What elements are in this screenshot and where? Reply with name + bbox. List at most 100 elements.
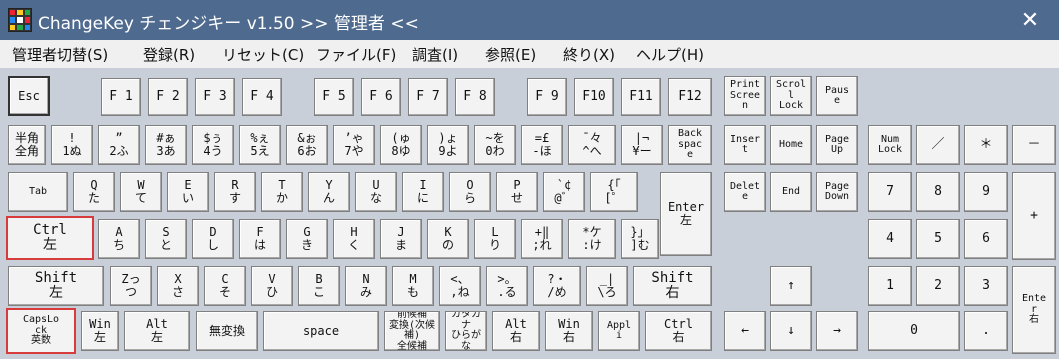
- key-shift-right[interactable]: Shift 右: [633, 266, 712, 306]
- key-f7[interactable]: F 7: [408, 78, 448, 116]
- key-semicolon[interactable]: +‖ ;れ: [521, 219, 563, 259]
- key-f12[interactable]: F12: [668, 78, 712, 116]
- key-f1[interactable]: F 1: [101, 78, 141, 116]
- key-n4[interactable]: 4: [868, 219, 912, 259]
- key-d1[interactable]: ! 1ぬ: [51, 125, 93, 165]
- key-apps[interactable]: Appl i: [598, 311, 640, 351]
- key-end[interactable]: End: [770, 172, 812, 212]
- key-comma[interactable]: <、 ,ね: [439, 266, 481, 306]
- key-pageup[interactable]: Page Up: [816, 125, 858, 165]
- menu-reference[interactable]: 参照(E): [485, 44, 536, 65]
- key-printscreen[interactable]: Print Scree n: [724, 76, 766, 116]
- key-win-right[interactable]: Win 右: [545, 311, 593, 351]
- key-u[interactable]: U な: [355, 172, 397, 212]
- key-pause[interactable]: Paus e: [816, 76, 858, 116]
- key-d0[interactable]: ~を 0わ: [474, 125, 516, 165]
- menu-file[interactable]: ファイル(F): [316, 44, 396, 65]
- key-f6[interactable]: F 6: [361, 78, 401, 116]
- key-n5[interactable]: 5: [916, 219, 960, 259]
- key-alt-right[interactable]: Alt 右: [492, 311, 540, 351]
- key-d4[interactable]: $ぅ 4う: [192, 125, 234, 165]
- key-f10[interactable]: F10: [574, 78, 614, 116]
- key-capslock[interactable]: CapsLo ck 英数: [6, 308, 76, 354]
- key-n8[interactable]: 8: [916, 172, 960, 212]
- key-numadd[interactable]: +: [1012, 172, 1056, 260]
- key-left[interactable]: ←: [724, 311, 766, 351]
- key-d5[interactable]: %ぇ 5え: [239, 125, 281, 165]
- key-d2[interactable]: ” 2ふ: [98, 125, 140, 165]
- key-g[interactable]: G き: [286, 219, 328, 259]
- key-d8[interactable]: (ゅ 8ゆ: [380, 125, 422, 165]
- key-i[interactable]: I に: [402, 172, 444, 212]
- key-bracket[interactable]: {「 [゜: [590, 172, 638, 212]
- key-n[interactable]: N み: [345, 266, 387, 306]
- key-a[interactable]: A ち: [98, 219, 140, 259]
- key-o[interactable]: O ら: [449, 172, 491, 212]
- key-pagedown[interactable]: Page Down: [816, 172, 858, 212]
- key-m[interactable]: M も: [392, 266, 434, 306]
- key-q[interactable]: Q た: [73, 172, 115, 212]
- key-nummul[interactable]: ＊: [964, 125, 1008, 165]
- key-v[interactable]: V ひ: [251, 266, 293, 306]
- key-d[interactable]: D し: [192, 219, 234, 259]
- key-c[interactable]: C そ: [204, 266, 246, 306]
- key-numsub[interactable]: －: [1012, 125, 1056, 165]
- key-alt-left[interactable]: Alt 左: [124, 311, 190, 351]
- key-h[interactable]: H く: [333, 219, 375, 259]
- menu-register[interactable]: 登録(R): [143, 44, 195, 65]
- key-esc[interactable]: Esc: [8, 76, 50, 116]
- key-numdiv[interactable]: ／: [916, 125, 960, 165]
- key-at[interactable]: `¢ @゛: [543, 172, 585, 212]
- menu-reset[interactable]: リセット(C): [222, 44, 304, 65]
- key-f5[interactable]: F 5: [314, 78, 354, 116]
- key-numlock[interactable]: Num Lock: [868, 125, 912, 165]
- key-y[interactable]: Y ん: [308, 172, 350, 212]
- key-numenter[interactable]: Ente r 右: [1012, 266, 1056, 354]
- key-delete[interactable]: Delet e: [724, 172, 766, 212]
- key-rbracket[interactable]: }」 ]む: [621, 219, 659, 259]
- key-tab[interactable]: Tab: [8, 172, 68, 212]
- key-d6[interactable]: &ぉ 6お: [286, 125, 328, 165]
- key-n1[interactable]: 1: [868, 266, 912, 306]
- key-caret[interactable]: ¯々 ^へ: [568, 125, 616, 165]
- key-w[interactable]: W て: [120, 172, 162, 212]
- key-n6[interactable]: 6: [964, 219, 1008, 259]
- key-f9[interactable]: F 9: [527, 78, 567, 116]
- key-backslash[interactable]: _| \ろ: [586, 266, 628, 306]
- key-period[interactable]: >。 .る: [486, 266, 528, 306]
- key-x[interactable]: X さ: [157, 266, 199, 306]
- key-win-left[interactable]: Win 左: [81, 311, 119, 351]
- key-n0[interactable]: 0: [868, 311, 960, 351]
- key-ctrl-right[interactable]: Ctrl 右: [645, 311, 712, 351]
- key-slash[interactable]: ?・ /め: [533, 266, 581, 306]
- key-d3[interactable]: #ぁ 3あ: [145, 125, 187, 165]
- key-n9[interactable]: 9: [964, 172, 1008, 212]
- key-hankaku[interactable]: 半角 全角: [8, 125, 46, 165]
- menu-exit[interactable]: 終り(X): [563, 44, 615, 65]
- key-n2[interactable]: 2: [916, 266, 960, 306]
- key-j[interactable]: J ま: [380, 219, 422, 259]
- key-kana[interactable]: カタカ ナ ひらが な: [445, 311, 487, 351]
- key-d9[interactable]: )ょ 9よ: [427, 125, 469, 165]
- close-button[interactable]: ✕: [1001, 0, 1059, 40]
- key-backspace[interactable]: Back spac e: [668, 125, 712, 165]
- key-p[interactable]: P せ: [496, 172, 538, 212]
- key-down[interactable]: ↓: [770, 311, 812, 351]
- key-f[interactable]: F は: [239, 219, 281, 259]
- key-f2[interactable]: F 2: [148, 78, 188, 116]
- key-right[interactable]: →: [816, 311, 858, 351]
- key-enter[interactable]: Enter 左: [660, 172, 712, 256]
- key-yen[interactable]: |¬ ¥ー: [621, 125, 663, 165]
- key-up[interactable]: ↑: [770, 266, 812, 306]
- key-s[interactable]: S と: [145, 219, 187, 259]
- key-henkan[interactable]: 前候補 変換(次候補) 全候補: [384, 311, 440, 351]
- key-home[interactable]: Home: [770, 125, 812, 165]
- key-k[interactable]: K の: [427, 219, 469, 259]
- menu-investigate[interactable]: 調査(I): [412, 44, 458, 65]
- key-f4[interactable]: F 4: [242, 78, 282, 116]
- key-z[interactable]: Zっ つ: [110, 266, 152, 306]
- key-e[interactable]: E い: [167, 172, 209, 212]
- menu-help[interactable]: ヘルプ(H): [636, 44, 704, 65]
- key-n7[interactable]: 7: [868, 172, 912, 212]
- key-numdot[interactable]: .: [964, 311, 1008, 351]
